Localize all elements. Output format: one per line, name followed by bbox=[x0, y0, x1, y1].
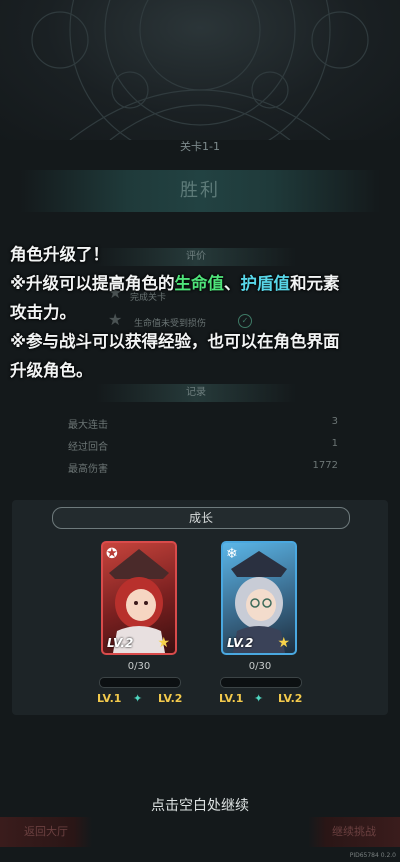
card-level: LV.2 bbox=[107, 636, 134, 650]
character-card[interactable]: ✪ LV.2 ★ bbox=[101, 541, 177, 655]
record-label: 最大连击 bbox=[68, 420, 108, 431]
level-from: LV.1 bbox=[219, 692, 244, 705]
growth-header: 成长 bbox=[52, 507, 350, 529]
exp-bar bbox=[99, 677, 181, 688]
growth-panel bbox=[12, 500, 388, 715]
fire-element-icon: ✪ bbox=[106, 546, 118, 562]
exp-value: 0/30 bbox=[127, 661, 151, 672]
tip-line: ※参与战斗可以获得经验，也可以在角色界面 bbox=[10, 332, 340, 351]
stage-title: 关卡1-1 bbox=[180, 140, 220, 153]
ice-element-icon: ❄ bbox=[226, 546, 238, 562]
record-row: 最高伤害 1772 bbox=[68, 460, 338, 475]
character-card[interactable]: ❄ LV.2 ★ bbox=[221, 541, 297, 655]
shield-highlight: 护盾值 bbox=[240, 274, 291, 293]
level-up-arrow-icon: ✦ bbox=[133, 692, 143, 705]
level-to: LV.2 bbox=[158, 692, 183, 705]
background-ornament bbox=[0, 0, 400, 140]
level-up-arrow-icon: ✦ bbox=[254, 692, 264, 705]
star-icon: ★ bbox=[277, 635, 290, 651]
version-label: PID65784 0.2.0 bbox=[349, 852, 396, 859]
record-row: 最大连击 3 bbox=[68, 416, 338, 431]
continue-hint[interactable]: 点击空白处继续 bbox=[0, 795, 400, 815]
exp-value: 0/30 bbox=[248, 661, 272, 672]
tip-line: 升级角色。 bbox=[10, 361, 93, 380]
card-level: LV.2 bbox=[227, 636, 254, 650]
level-up-tip: 角色升级了！ ※升级可以提高角色的生命值、护盾值和元素 攻击力。 ※参与战斗可以… bbox=[10, 240, 395, 385]
records-header: 记录 bbox=[96, 384, 296, 402]
tip-line: 角色升级了！ bbox=[10, 245, 109, 264]
continue-challenge-button[interactable]: 继续挑战 bbox=[308, 817, 400, 847]
exp-bar bbox=[220, 677, 302, 688]
level-from: LV.1 bbox=[97, 692, 122, 705]
level-to: LV.2 bbox=[278, 692, 303, 705]
record-value: 3 bbox=[331, 416, 338, 427]
record-value: 1 bbox=[331, 438, 338, 449]
star-icon: ★ bbox=[157, 635, 170, 651]
return-lobby-button[interactable]: 返回大厅 bbox=[0, 817, 92, 847]
record-label: 经过回合 bbox=[68, 442, 108, 453]
tip-line: ※升级可以提高角色的生命值、护盾值和元素 bbox=[10, 274, 340, 293]
record-label: 最高伤害 bbox=[68, 464, 108, 475]
record-value: 1772 bbox=[312, 460, 338, 471]
tip-line: 攻击力。 bbox=[10, 303, 76, 322]
record-row: 经过回合 1 bbox=[68, 438, 338, 453]
hp-highlight: 生命值 bbox=[174, 274, 225, 293]
victory-banner: 胜利 bbox=[20, 170, 380, 212]
